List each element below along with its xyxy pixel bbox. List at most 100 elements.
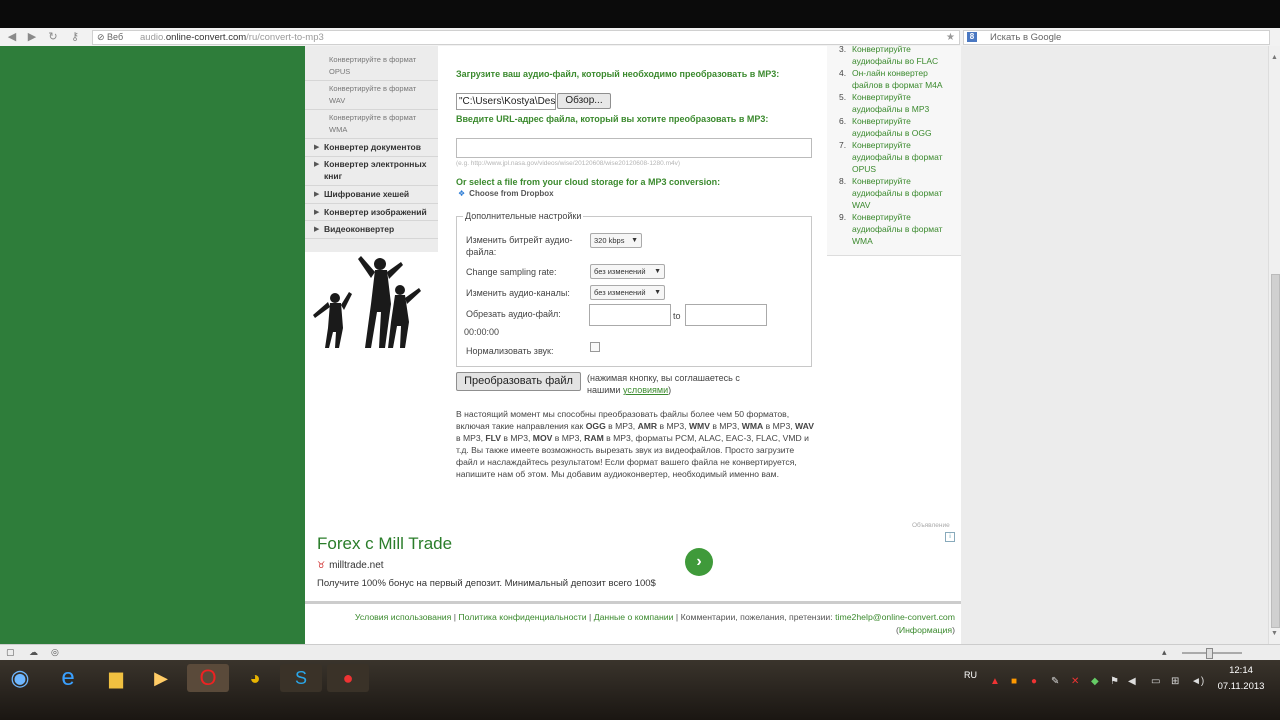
footer-info-link[interactable]: Информация xyxy=(899,625,952,635)
item-number: 7. xyxy=(839,140,847,150)
scroll-down-icon[interactable]: ▼ xyxy=(1271,630,1278,637)
window-title-bar xyxy=(0,0,1280,28)
zoom-slider-handle[interactable] xyxy=(1206,648,1213,659)
trim-to-label: to xyxy=(673,311,681,321)
panel-icon[interactable]: ▢ xyxy=(6,647,15,658)
reload-icon[interactable]: ↻ xyxy=(45,30,61,44)
trim-end-input[interactable] xyxy=(685,304,767,326)
footer-link-privacy[interactable]: Политика конфиденциальности xyxy=(458,612,586,622)
tray-arrow-icon[interactable]: ◀ xyxy=(1128,676,1136,687)
cloud-icon[interactable]: ☁ xyxy=(29,647,38,658)
url-input[interactable] xyxy=(456,138,812,158)
trim-start-input[interactable] xyxy=(589,304,671,326)
category-label: Конвертер документов xyxy=(324,142,421,152)
system-clock[interactable]: 12:14 07.11.2013 xyxy=(1212,663,1270,695)
advanced-settings: Дополнительные настройки Изменить битрей… xyxy=(456,211,812,367)
desc-part: в MP3, xyxy=(709,421,742,432)
desc-part: в MP3, xyxy=(763,421,796,432)
triangle-icon: ▶ xyxy=(314,144,320,151)
ie-icon[interactable]: e xyxy=(47,664,89,692)
convert-button[interactable]: Преобразовать файл xyxy=(456,372,581,391)
vertical-scrollbar[interactable]: ▲ ▼ xyxy=(1268,46,1280,644)
sampling-select[interactable]: без изменений ▼ xyxy=(590,264,665,279)
media-player-icon[interactable]: ▶ xyxy=(140,664,182,692)
info-icon[interactable]: i xyxy=(945,532,955,542)
left-nav: Конвертируйте в формат OPUS Конвертируйт… xyxy=(305,46,438,351)
category-ebooks[interactable]: ▶ Конвертер электронных книг xyxy=(305,158,438,182)
tray-nvidia-icon[interactable]: ◆ xyxy=(1091,676,1099,687)
category-images[interactable]: ▶ Конвертер изображений xyxy=(305,206,438,220)
nav-item-label: Конвертируйте в формат WMA xyxy=(329,113,417,134)
zoom-out-icon[interactable]: ▴ xyxy=(1162,647,1167,658)
browse-button[interactable]: Обзор... xyxy=(557,93,611,109)
normalize-checkbox[interactable] xyxy=(590,342,600,352)
footer-email-link[interactable]: time2help@online-convert.com xyxy=(835,612,955,622)
browser-status-bar: ▢ ☁ ◎ ▴ xyxy=(0,644,1280,661)
chrome-icon[interactable]: ◕ xyxy=(234,664,276,692)
category-hash[interactable]: ▶ Шифрование хешей xyxy=(305,188,438,202)
desc-part: в MP3, xyxy=(456,433,486,444)
sampling-label: Change sampling rate: xyxy=(466,267,557,277)
related-link[interactable]: Конвертируйте аудиофайлы во FLAC xyxy=(852,43,958,67)
tray-record-icon[interactable]: ● xyxy=(1031,676,1037,687)
related-link[interactable]: Конвертируйте аудиофайлы в OGG xyxy=(852,115,958,139)
footer-link-terms[interactable]: Условия использования xyxy=(355,612,451,622)
divider xyxy=(305,156,438,157)
description-text: В настоящий момент мы способны преобразо… xyxy=(456,408,816,481)
footer-divider xyxy=(305,601,961,604)
search-input[interactable]: 8 Искать в Google xyxy=(963,30,1270,45)
nav-item-wma[interactable]: Конвертируйте в формат WMA xyxy=(305,112,438,136)
language-indicator[interactable]: RU xyxy=(964,670,977,680)
folder-icon[interactable]: ▆ xyxy=(95,664,137,692)
left-background xyxy=(0,46,305,644)
desc-part: в MP3, xyxy=(605,421,638,432)
sync-icon[interactable]: ◎ xyxy=(51,647,59,658)
footer: Условия использования | Политика конфиде… xyxy=(354,612,955,635)
back-icon[interactable]: ◀ xyxy=(4,30,20,44)
tray-network-icon[interactable]: ⊞ xyxy=(1171,676,1179,687)
ad-title[interactable]: Forex с Mill Trade xyxy=(317,534,452,554)
ad-arrow-button[interactable]: › xyxy=(685,548,713,576)
nav-item-wav[interactable]: Конвертируйте в формат WAV xyxy=(305,83,438,107)
category-label: Шифрование хешей xyxy=(324,189,410,199)
opera-icon[interactable]: O xyxy=(187,664,229,692)
tray-app-icon[interactable]: ■ xyxy=(1011,676,1017,687)
category-video[interactable]: ▶ Видеоконвертер xyxy=(305,223,438,237)
related-link[interactable]: Конвертируйте аудиофайлы в MP3 xyxy=(852,91,958,115)
tray-acrobat-icon[interactable]: ▲ xyxy=(990,676,1000,687)
terms-link[interactable]: условиями xyxy=(623,385,668,395)
volume-icon[interactable]: ◄) xyxy=(1191,676,1204,687)
dropbox-button[interactable]: ❖ Choose from Dropbox xyxy=(458,189,554,198)
desc-part: в MP3, xyxy=(552,433,585,444)
ad-banner[interactable]: Объявление i Forex с Mill Trade ♉ milltra… xyxy=(305,503,961,601)
tray-tool-icon[interactable]: ✕ xyxy=(1071,676,1079,687)
ad-domain[interactable]: ♉ milltrade.net xyxy=(317,560,384,571)
related-link[interactable]: Он-лайн конвертер файлов в формат M4A xyxy=(852,67,958,91)
nav-item-label: Конвертируйте в формат OPUS xyxy=(329,55,417,76)
divider xyxy=(305,185,438,186)
forward-icon[interactable]: ▶ xyxy=(24,30,40,44)
sampling-value: без изменений xyxy=(594,267,646,276)
tray-flag-icon[interactable]: ⚑ xyxy=(1110,676,1119,687)
file-path-input[interactable]: "C:\Users\Kostya\Desktop\ xyxy=(456,93,556,110)
desc-bold: WAV xyxy=(795,421,814,432)
scroll-up-icon[interactable]: ▲ xyxy=(1271,54,1278,61)
bitrate-select[interactable]: 320 kbps ▼ xyxy=(590,233,642,248)
related-link[interactable]: Конвертируйте аудиофайлы в формат OPUS xyxy=(852,139,958,175)
channels-select[interactable]: без изменений ▼ xyxy=(590,285,665,300)
scrollbar-thumb[interactable] xyxy=(1271,274,1280,628)
tray-wrench-icon[interactable]: ✎ xyxy=(1051,676,1059,687)
skype-icon[interactable]: S xyxy=(280,664,322,692)
settings-legend: Дополнительные настройки xyxy=(463,211,584,221)
recorder-icon[interactable]: ● xyxy=(327,664,369,692)
related-link[interactable]: Конвертируйте аудиофайлы в формат WAV xyxy=(852,175,958,211)
related-link[interactable]: Конвертируйте аудиофайлы в формат WMA xyxy=(852,211,958,247)
tray-monitor-icon[interactable]: ▭ xyxy=(1151,676,1160,687)
nav-item-opus[interactable]: Конвертируйте в формат OPUS xyxy=(305,54,438,78)
channels-value: без изменений xyxy=(594,288,646,297)
footer-link-company[interactable]: Данные о компании xyxy=(594,612,674,622)
address-bar[interactable]: ⊘ Веб audio.online-convert.com/ru/conver… xyxy=(92,30,960,45)
category-documents[interactable]: ▶ Конвертер документов xyxy=(305,141,438,155)
start-button[interactable]: ◉ xyxy=(1,664,39,692)
key-icon[interactable]: ⚷ xyxy=(67,30,83,44)
